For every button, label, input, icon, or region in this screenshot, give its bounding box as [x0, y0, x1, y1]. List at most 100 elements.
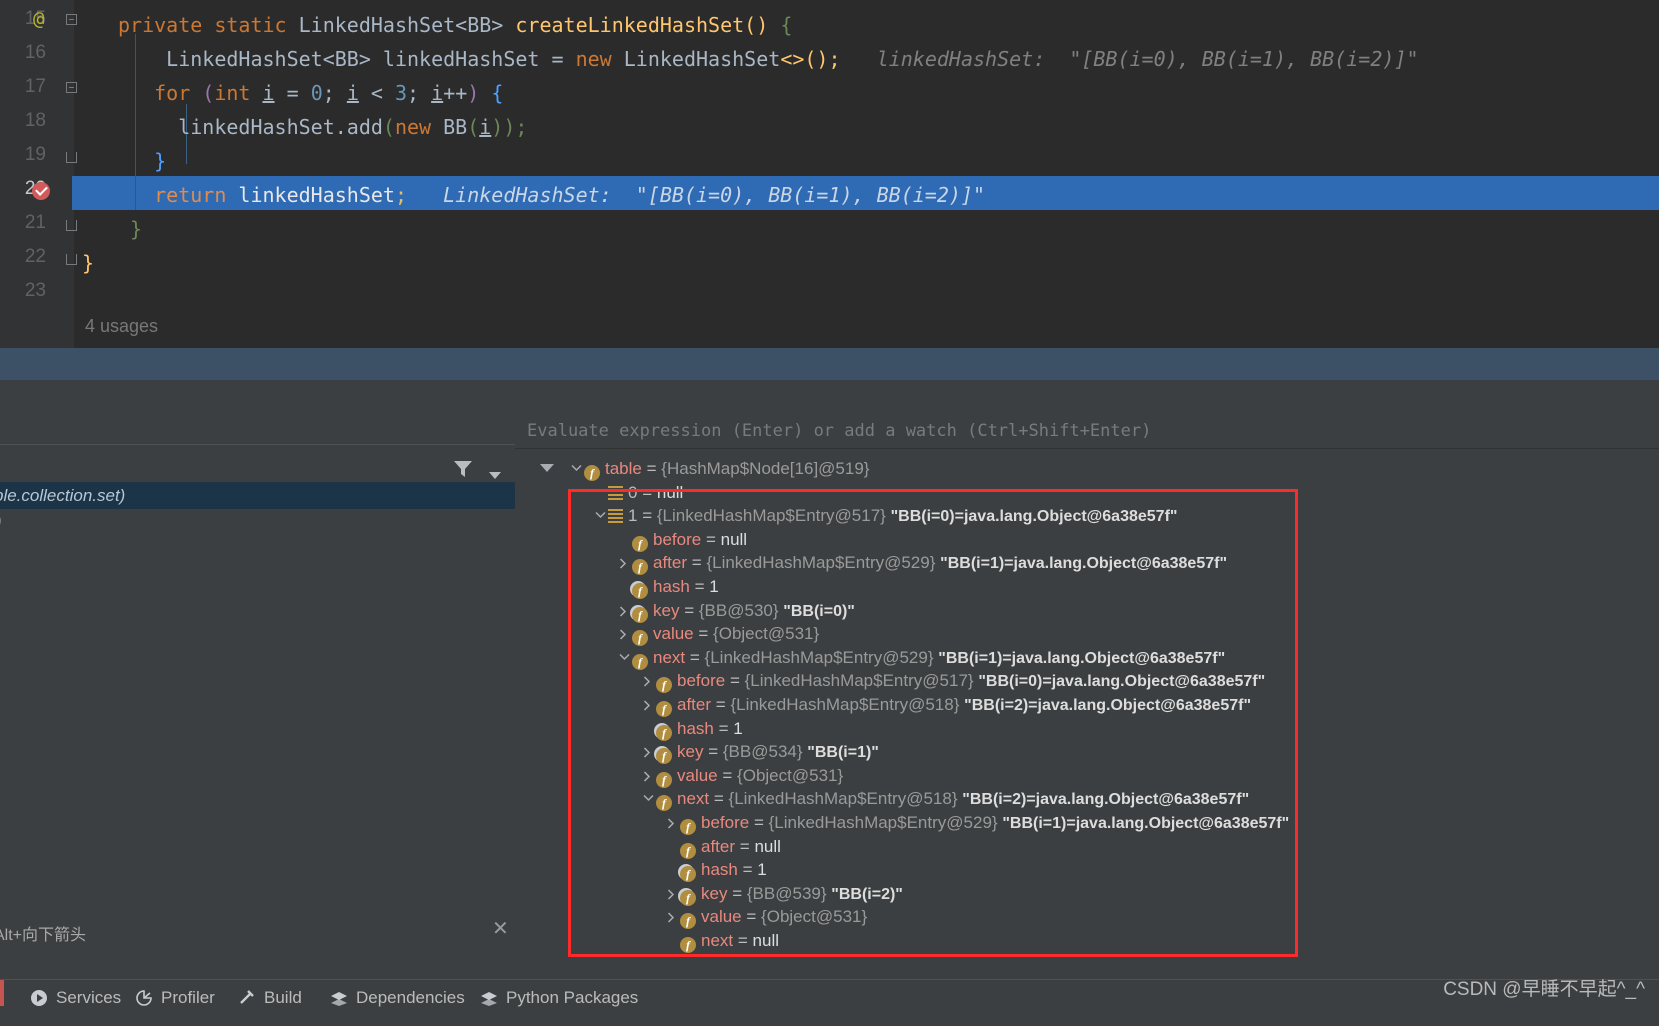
close-icon[interactable]: ✕ [492, 916, 509, 941]
equals-sign: = [742, 860, 753, 880]
chevron-down-icon[interactable] [642, 787, 656, 811]
toolwindow-tab-strip [0, 380, 1659, 782]
collapse-all-icon[interactable] [539, 461, 555, 479]
array-element-icon [608, 485, 623, 500]
variable-null-value: null [656, 482, 684, 502]
variable-string-value: "BB(i=1)=java.lang.Object@6a38e57f" [1002, 815, 1290, 832]
code-editor[interactable]: 15 16 17 18 19 20 21 22 23 @ private sta… [0, 0, 1659, 348]
play-circle-icon [30, 989, 50, 1009]
status-bar-item-python-packages[interactable]: Python Packages [480, 988, 638, 1011]
field-icon: f [632, 606, 648, 623]
variable-string-value: "BB(i=2)" [831, 885, 903, 903]
tree-arrow-none [666, 835, 680, 859]
variable-name: table [605, 459, 642, 478]
variable-row[interactable]: 1 = {LinkedHashMap$Entry@517} "BB(i=0)=j… [594, 504, 1177, 528]
variable-row[interactable]: f value = {Object@531} [666, 905, 867, 930]
chevron-right-icon[interactable] [642, 740, 656, 764]
variable-null-value: null [720, 529, 748, 549]
chevron-right-icon[interactable] [666, 905, 680, 929]
field-icon: f [680, 937, 696, 953]
equals-sign: = [718, 718, 729, 738]
variable-name: after [701, 836, 736, 856]
code-line-21: } [130, 217, 143, 241]
chevron-down-icon[interactable] [570, 457, 584, 481]
field-icon: f [656, 724, 672, 741]
variable-ref: {BB@530} [698, 600, 779, 620]
evaluate-expression-bar[interactable]: Evaluate expression (Enter) or add a wat… [515, 416, 1659, 449]
variable-row[interactable]: f after = {LinkedHashMap$Entry@518} "BB(i… [642, 693, 1251, 717]
variable-row[interactable]: f hash = 1 [642, 717, 743, 741]
frames-hint: Alt+向下箭头 [0, 927, 87, 944]
field-icon: f [656, 677, 672, 694]
code-line-17: for (int i = 0; i < 3; i++) { [154, 81, 504, 105]
variable-ref: {LinkedHashMap$Entry@529} [706, 553, 936, 573]
field-icon: f [656, 748, 672, 765]
variable-row[interactable]: f next = {LinkedHashMap$Entry@518} "BB(i=… [642, 787, 1250, 812]
variable-row[interactable]: f after = {LinkedHashMap$Entry@529} "BB(i… [618, 551, 1227, 576]
chevron-down-icon[interactable] [618, 646, 632, 670]
frames-toolbar [0, 444, 515, 484]
field-icon: f [680, 866, 696, 883]
status-bar-item-build[interactable]: Build [238, 988, 302, 1009]
code-line-19: } [154, 149, 167, 173]
chevron-right-icon[interactable] [618, 551, 632, 575]
variable-row[interactable]: f value = {Object@531} [618, 622, 819, 647]
status-bar-item-services[interactable]: Services [30, 988, 121, 1009]
status-bar-item-label: Build [264, 988, 302, 1007]
chevron-right-icon[interactable] [642, 764, 656, 788]
frame-row-next[interactable]: ) [0, 512, 2, 532]
variable-ref: {LinkedHashMap$Entry@517} [744, 671, 974, 691]
variable-row[interactable]: f after = null [666, 835, 781, 859]
variable-row[interactable]: f key = {BB@534} "BB(i=1)" [642, 740, 879, 765]
frame-row-selected[interactable]: ple.collection.set) [0, 482, 515, 509]
variable-name: hash [701, 860, 738, 880]
variable-row[interactable]: f before = {LinkedHashMap$Entry@517} "BB(… [642, 669, 1265, 694]
field-icon: f [632, 583, 648, 599]
variable-row[interactable]: f hash = 1 [666, 858, 767, 883]
equals-sign: = [708, 742, 719, 762]
hammer-icon [238, 989, 258, 1009]
chevron-right-icon[interactable] [666, 811, 680, 835]
variable-row[interactable]: f next = {LinkedHashMap$Entry@529} "BB(i=… [618, 646, 1225, 670]
profiler-icon [135, 989, 155, 1009]
variable-string-value: "BB(i=2)=java.lang.Object@6a38e57f" [964, 697, 1252, 714]
variable-row[interactable]: f before = {LinkedHashMap$Entry@529} "BB(… [666, 811, 1289, 835]
field-icon: f [680, 819, 696, 835]
variable-name: after [653, 553, 688, 573]
variables-tree[interactable]: f table = {HashMap$Node[16]@519} 0 = null 1… [515, 449, 1659, 953]
equals-sign: = [642, 482, 653, 502]
chevron-right-icon[interactable] [642, 669, 656, 693]
chevron-down-icon[interactable] [594, 504, 608, 528]
tree-arrow-none [618, 528, 632, 552]
variable-name: key [701, 883, 728, 903]
status-bar-item-profiler[interactable]: Profiler [135, 988, 215, 1009]
variable-row[interactable]: f key = {BB@539} "BB(i=2)" [666, 882, 903, 906]
variable-row[interactable]: f next = null [666, 929, 779, 953]
chevron-right-icon[interactable] [666, 882, 680, 906]
code-text[interactable]: private static LinkedHashSet<BB> createL… [0, 0, 1659, 348]
chevron-right-icon[interactable] [618, 622, 632, 646]
equals-sign: = [732, 883, 743, 903]
equals-sign: = [705, 529, 716, 549]
variable-row[interactable]: f key = {BB@530} "BB(i=0)" [618, 599, 855, 623]
field-icon: f [632, 653, 648, 670]
variable-row[interactable]: 0 = null [594, 481, 683, 505]
filter-icon[interactable] [453, 460, 473, 483]
variable-string-value: "BB(i=2)=java.lang.Object@6a38e57f" [962, 791, 1250, 809]
variable-row[interactable]: f hash = 1 [618, 575, 719, 599]
variable-row[interactable]: f table = {HashMap$Node[16]@519} [570, 457, 869, 481]
variable-ref: {BB@539} [746, 883, 827, 903]
usages-label[interactable]: 4 usages [85, 316, 158, 337]
watermark: CSDN @早睡不早起^_^ [1443, 979, 1645, 1000]
variable-row[interactable]: f value = {Object@531} [642, 764, 843, 788]
variable-ref: {Object@531} [737, 765, 844, 785]
status-bar-item-dependencies[interactable]: Dependencies [330, 988, 465, 1011]
frames-pane[interactable]: ple.collection.set) ) Alt+向下箭头 ✕ [0, 416, 516, 944]
variable-null-value: null [754, 836, 781, 856]
tree-arrow-none [642, 717, 656, 741]
variable-row[interactable]: f before = null [618, 528, 747, 552]
chevron-right-icon[interactable] [642, 693, 656, 717]
chevron-right-icon[interactable] [618, 599, 632, 623]
variable-name: 0 [628, 482, 638, 502]
equals-sign: = [715, 695, 726, 714]
